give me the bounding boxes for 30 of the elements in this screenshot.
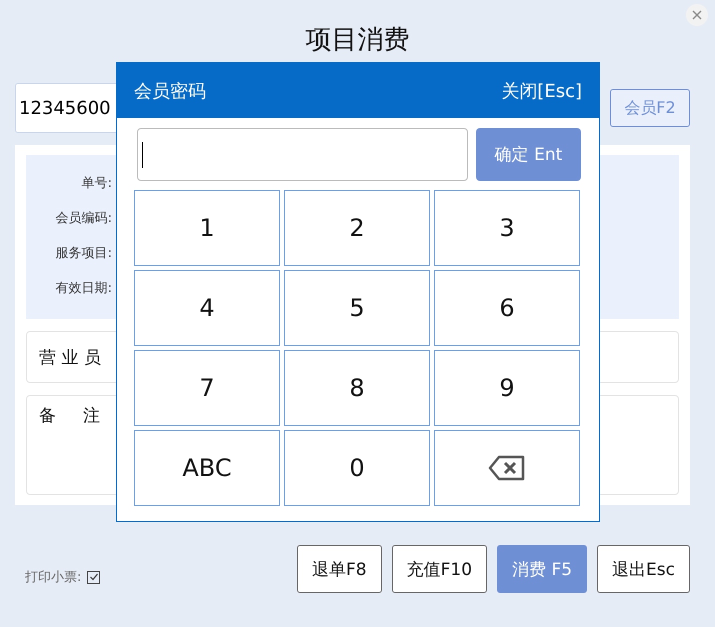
password-field[interactable] bbox=[137, 128, 468, 181]
keypad-key[interactable]: 1 bbox=[134, 190, 280, 266]
print-receipt-checkbox[interactable] bbox=[87, 570, 100, 584]
field-label: 服务项目: bbox=[54, 245, 112, 263]
keypad-key[interactable]: 7 bbox=[134, 350, 280, 426]
close-button[interactable] bbox=[686, 4, 708, 26]
action-button[interactable]: 充值F10 bbox=[392, 545, 488, 593]
backspace-icon bbox=[487, 454, 527, 482]
page-title: 项目消费 bbox=[304, 24, 410, 57]
action-button[interactable]: 退单F8 bbox=[297, 545, 382, 593]
keypad-key[interactable]: 5 bbox=[284, 270, 430, 346]
keypad-key[interactable]: 3 bbox=[434, 190, 580, 266]
field-label: 会员编码: bbox=[54, 210, 112, 228]
keypad-key[interactable]: 2 bbox=[284, 190, 430, 266]
backspace-key[interactable] bbox=[434, 430, 580, 506]
dialog-close-link[interactable]: 关闭[Esc] bbox=[501, 78, 582, 102]
action-button[interactable]: 退出Esc bbox=[597, 545, 690, 593]
keypad-key[interactable]: 9 bbox=[434, 350, 580, 426]
keypad-key[interactable]: 6 bbox=[434, 270, 580, 346]
keypad-key[interactable]: ABC bbox=[134, 430, 280, 506]
keypad-key[interactable]: 4 bbox=[134, 270, 280, 346]
print-receipt-label: 打印小票: bbox=[25, 569, 82, 586]
dialog-title: 会员密码 bbox=[134, 80, 206, 102]
keypad-key[interactable]: 0 bbox=[284, 430, 430, 506]
field-label: 备 注 bbox=[39, 406, 100, 426]
field-label: 有效日期: bbox=[54, 280, 112, 298]
close-icon bbox=[692, 10, 702, 20]
field-label: 营 业 员 bbox=[39, 346, 101, 368]
keypad-key[interactable]: 8 bbox=[284, 350, 430, 426]
field-label: 单号: bbox=[80, 175, 112, 193]
